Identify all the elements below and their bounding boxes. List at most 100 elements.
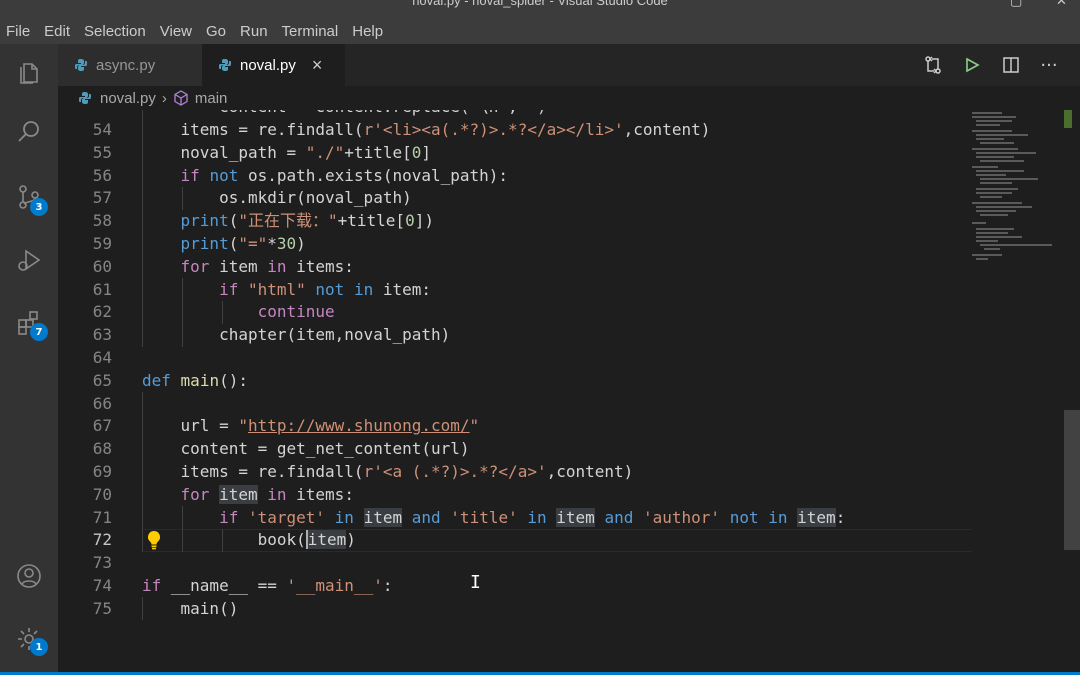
code-line-75: main() [142,598,239,618]
method-cube-icon [174,90,188,106]
activity-bar: 3 7 1 [0,44,58,675]
code-line-55: noval_path = "./"+title[0] [142,142,432,162]
line-number: 63 [92,325,112,345]
breadcrumb-file[interactable]: noval.py [100,90,156,107]
explorer-button[interactable] [0,47,58,97]
extensions-button[interactable]: 7 [0,297,58,347]
menu-view[interactable]: View [160,23,192,40]
line-number-gutter: 54 55 56 57 58 59 60 61 62 63 64 65 66 6… [58,110,118,672]
code-line-59: print("="*30) [180,234,306,253]
window-title: noval.py - noval_spider - Visual Studio … [412,0,668,8]
line-number: 55 [92,142,112,162]
line-number: 62 [92,302,112,322]
code-editor[interactable]: 54 55 56 57 58 59 60 61 62 63 64 65 66 6… [58,110,1080,672]
line-number: 73 [92,553,112,573]
overview-ruler-mark [1064,110,1072,128]
symbol-highlight: item [556,507,595,527]
tab-label: noval.py [240,56,296,74]
title-bar: noval.py - noval_spider - Visual Studio … [0,0,1080,18]
more-actions-icon[interactable]: ··· [1038,54,1060,76]
symbol-highlight: item [305,530,347,550]
code-line-68: content = get_net_content(url) [142,439,470,459]
tab-bar: async.py noval.py × ··· [58,44,1080,86]
line-number: 56 [92,165,112,185]
line-number: 60 [92,256,112,276]
line-number: 74 [92,576,112,595]
line-number: 68 [92,439,112,459]
line-number: 70 [92,484,112,504]
line-number: 67 [92,416,112,436]
tab-label: async.py [96,56,156,74]
close-window-icon[interactable]: ✕ [1056,0,1067,9]
close-tab-icon[interactable]: × [312,55,323,76]
tab-noval-py[interactable]: noval.py × [202,44,345,86]
symbol-highlight: item [363,507,403,527]
search-icon [18,121,39,142]
line-number: 61 [92,279,112,299]
tab-async-py[interactable]: async.py [58,44,202,86]
play-icon [966,57,980,73]
menu-selection[interactable]: Selection [84,23,146,40]
run-debug-icon [18,249,41,271]
line-number: 54 [92,120,112,139]
line-number: 66 [92,393,112,413]
line-number: 75 [92,598,112,618]
code-line-53-partial: content = content.replace("\n","") [142,110,547,119]
code-line-74: if __name__ == '__main__': [142,576,393,595]
url-link[interactable]: http://www.shunong.com/ [248,416,470,435]
line-number-current: 72 [92,530,112,550]
source-control-button[interactable]: 3 [0,172,58,222]
text-cursor-ibeam-icon: I [470,572,481,593]
python-file-icon [75,59,87,71]
accounts-button[interactable] [0,551,58,601]
code-line-65: def main(): [142,370,248,390]
code-line-57: os.mkdir(noval_path) [142,188,412,208]
split-editor-icon [1003,57,1019,73]
split-editor-button[interactable] [1000,54,1022,76]
line-number: 59 [92,234,112,253]
menu-help[interactable]: Help [352,23,383,40]
menu-go[interactable]: Go [206,23,226,40]
symbol-highlight: item [219,484,258,504]
manage-button[interactable]: 1 [0,614,58,664]
menu-edit[interactable]: Edit [44,23,70,40]
menu-terminal[interactable]: Terminal [282,23,339,40]
restore-icon[interactable]: ▢ [1010,0,1022,9]
run-debug-button[interactable] [0,235,58,285]
code-line-61: if "html" not in item: [219,279,432,299]
python-file-icon [219,59,231,71]
code-line-70: for item in items: [180,484,354,504]
symbol-highlight: item [797,507,836,527]
minimap[interactable] [970,110,1060,270]
code-line-54: items = re.findall(r'<li><a(.*?)>.*?</a>… [142,120,711,139]
code-line-69: items = re.findall(r'<a (.*?)>.*?</a>',c… [142,462,634,481]
line-number: 64 [92,348,112,367]
open-changes-button[interactable] [922,54,944,76]
breadcrumb: noval.py › main [58,86,1080,110]
menu-bar: File Edit Selection View Go Run Terminal… [0,18,1080,44]
settings-badge: 1 [30,638,48,656]
menu-run[interactable]: Run [240,23,268,40]
compare-changes-icon [925,56,941,74]
vertical-scrollbar-thumb[interactable] [1064,410,1080,550]
code-line-63: chapter(item,noval_path) [142,325,451,345]
breadcrumb-symbol[interactable]: main [195,90,228,107]
menu-file[interactable]: File [6,23,30,40]
search-button[interactable] [0,107,58,157]
files-icon [20,63,38,84]
code-line-62: continue [257,302,335,322]
line-number: 69 [92,462,112,481]
code-line-71: if 'target' in item and 'title' in item … [219,507,846,527]
code-line-60: for item in items: [180,256,354,276]
line-number: 65 [92,370,112,390]
account-icon [17,564,41,588]
line-number: 58 [92,211,112,231]
scm-badge: 3 [30,198,48,216]
run-python-file-button[interactable] [961,54,983,76]
extensions-badge: 7 [30,323,48,341]
line-number: 71 [92,507,112,527]
code-line-56: if not os.path.exists(noval_path): [180,165,509,185]
code-lines[interactable]: content = content.replace("\n","") items… [142,110,972,672]
code-line-58: print("正在下载："+title[0]) [180,211,434,231]
code-line-72: book(item) [142,530,356,550]
